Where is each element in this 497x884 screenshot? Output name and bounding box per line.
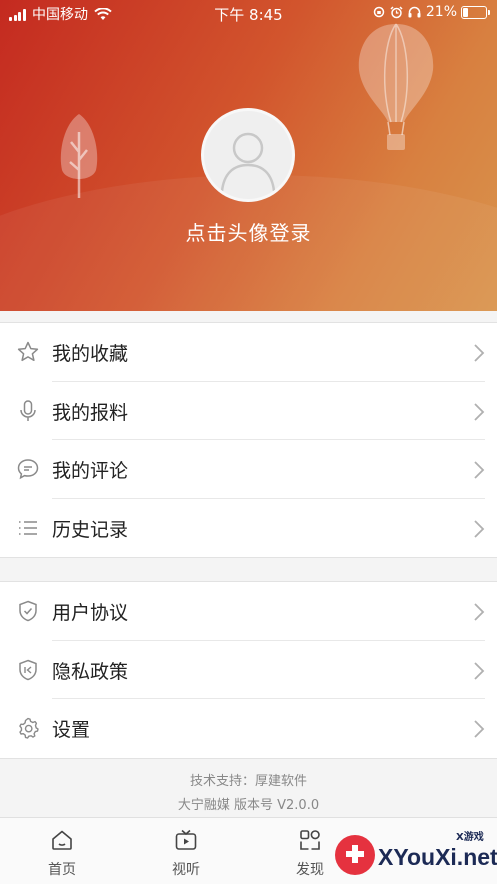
menu-group-settings: 用户协议 隐私政策 设置: [0, 581, 497, 759]
menu-label-settings: 设置: [52, 719, 91, 741]
menu-item-user-agreement[interactable]: 用户协议: [0, 582, 497, 641]
home-icon: [52, 830, 72, 850]
menu-label-comments: 我的评论: [52, 460, 129, 482]
menu-item-comments[interactable]: 我的评论: [0, 440, 497, 499]
menu-group-personal: 我的收藏 我的报料 我的评论 历史记录: [0, 322, 497, 558]
tree-illustration: [60, 114, 98, 198]
watermark-logo-icon: [335, 835, 375, 875]
tech-support-text: 技术支持：厚建软件: [189, 774, 307, 789]
avatar[interactable]: [201, 108, 295, 202]
chevron-right-icon: [474, 461, 485, 479]
chevron-right-icon: [474, 344, 485, 362]
alarm-icon: [390, 5, 403, 18]
chevron-right-icon: [474, 402, 485, 421]
menu-label-reports: 我的报料: [52, 401, 129, 424]
tv-icon: [175, 829, 197, 850]
star-icon: [17, 341, 39, 362]
discover-icon: [300, 830, 320, 850]
list-icon: [19, 520, 37, 535]
watermark-brand: XYouXi.net: [378, 844, 497, 870]
chevron-right-icon: [474, 603, 485, 621]
menu-label-user-agreement: 用户协议: [52, 602, 129, 624]
chevron-right-icon: [474, 519, 485, 538]
battery-icon: [461, 5, 490, 19]
menu-label-history: 历史记录: [52, 518, 129, 541]
watermark-tag: X游戏: [456, 832, 484, 843]
rotation-lock-icon: [373, 6, 385, 18]
version-text: 大宁融媒 版本号 V2.0.0: [177, 798, 320, 813]
menu-item-history[interactable]: 历史记录: [0, 499, 497, 558]
menu-item-privacy-policy[interactable]: 隐私政策: [0, 641, 497, 699]
login-prompt[interactable]: 点击头像登录: [0, 217, 497, 246]
comment-icon: [17, 459, 39, 480]
menu-label-privacy-policy: 隐私政策: [52, 660, 129, 683]
menu-item-reports[interactable]: 我的报料: [0, 382, 497, 440]
profile-header: 中国移动 下午 8:45 21% 点击头像登录: [0, 0, 497, 311]
menu-item-favorites[interactable]: 我的收藏: [0, 323, 497, 382]
microphone-icon: [20, 399, 36, 421]
chevron-right-icon: [474, 720, 485, 738]
app-info: 技术支持：厚建软件 大宁融媒 版本号 V2.0.0: [0, 770, 497, 818]
chevron-right-icon: [474, 661, 485, 680]
user-icon: [220, 132, 276, 192]
menu-item-settings[interactable]: 设置: [0, 699, 497, 758]
battery-percent: 21%: [425, 4, 457, 20]
menu-label-favorites: 我的收藏: [52, 343, 129, 365]
hot-air-balloon-illustration: [358, 23, 434, 150]
privacy-shield-icon: [19, 659, 37, 680]
headphones-icon: [408, 6, 421, 18]
tab-home[interactable]: 首页: [22, 818, 102, 884]
gear-icon: [19, 717, 39, 739]
tab-label-home: 首页: [48, 862, 76, 878]
watermark: X游戏 XYouXi.net: [330, 822, 497, 883]
tab-video[interactable]: 视听: [146, 818, 226, 884]
shield-icon: [19, 600, 37, 622]
tab-label-video: 视听: [172, 862, 200, 878]
